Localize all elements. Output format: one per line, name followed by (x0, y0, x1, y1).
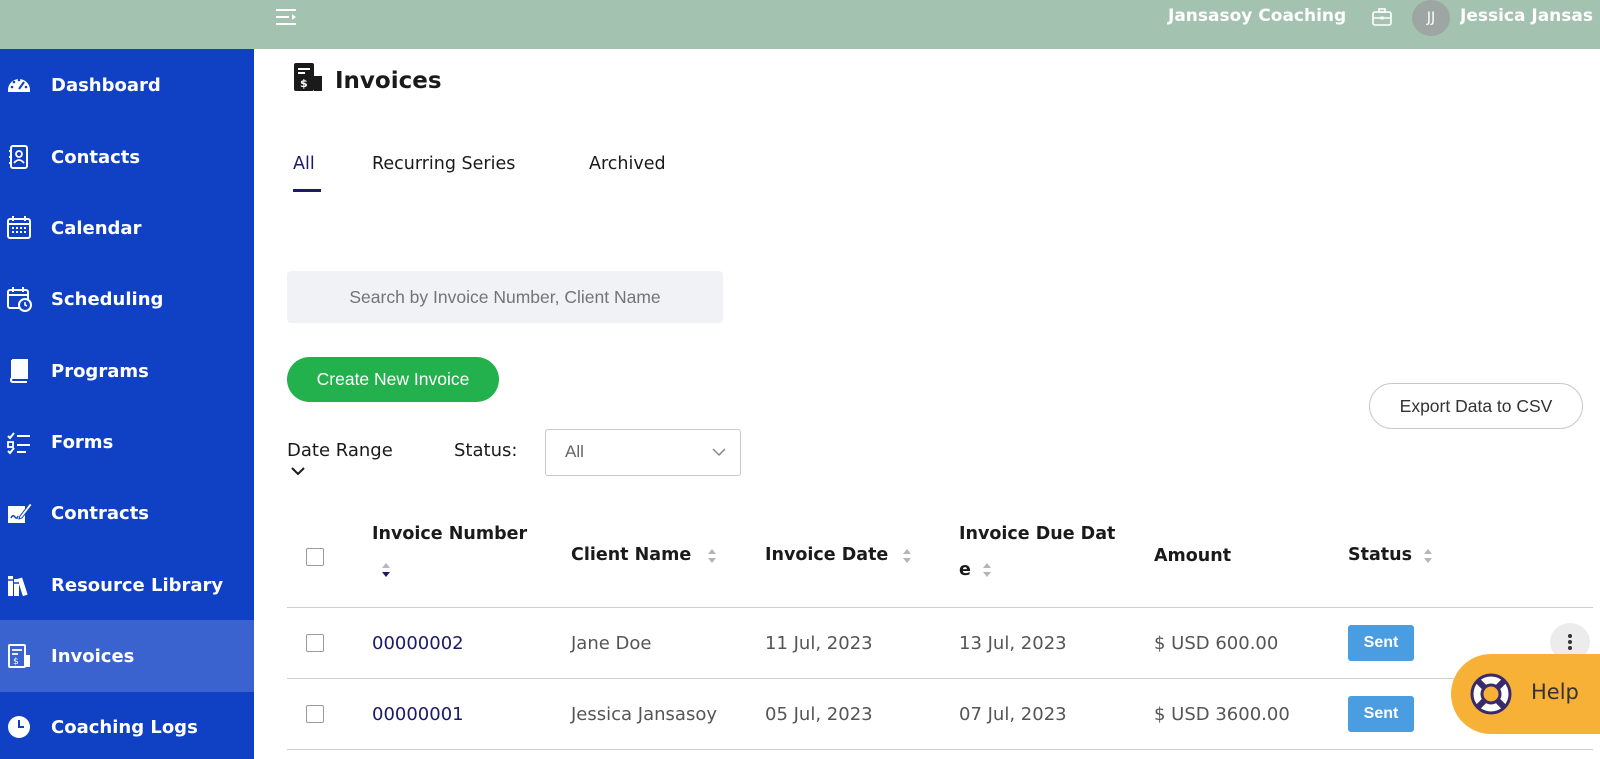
column-header-status[interactable]: Status (1348, 545, 1412, 565)
invoice-number-link[interactable]: 00000002 (372, 633, 464, 654)
column-header-due-date-wrap[interactable]: e (959, 560, 971, 580)
status-select[interactable]: All (545, 429, 741, 476)
contacts-book-icon (9, 145, 28, 169)
table-divider (287, 678, 1593, 679)
client-name-cell: Jessica Jansasoy (571, 704, 717, 725)
sidebar-item-label: Scheduling (51, 288, 164, 310)
sidebar-item-contracts[interactable]: Contracts (0, 477, 254, 549)
library-books-icon (8, 576, 28, 597)
scheduling-clock-icon (7, 287, 32, 312)
company-name[interactable]: Jansasoy Coaching (1168, 6, 1346, 26)
status-badge: Sent (1348, 625, 1414, 661)
kebab-menu-icon (1568, 634, 1572, 650)
sidebar-item-forms[interactable]: Forms (0, 406, 254, 478)
sort-desc-icon[interactable] (380, 561, 392, 579)
book-icon (9, 359, 28, 383)
column-header-due-date[interactable]: Invoice Due Dat (959, 524, 1115, 544)
tab-recurring-series[interactable]: Recurring Series (372, 154, 515, 174)
client-name-cell: Jane Doe (571, 633, 652, 654)
help-label: Help (1531, 680, 1579, 704)
due-date-cell: 07 Jul, 2023 (959, 704, 1067, 725)
column-header-invoice-date[interactable]: Invoice Date (765, 545, 888, 565)
invoice-number-link[interactable]: 00000001 (372, 704, 464, 725)
sort-icon[interactable] (981, 561, 993, 579)
tab-all[interactable]: All (293, 154, 315, 174)
amount-cell: $ USD 3600.00 (1154, 704, 1290, 725)
chevron-down-icon (712, 448, 726, 457)
sidebar: Dashboard Contacts Calendar Scheduling P… (0, 49, 254, 759)
amount-cell: $ USD 600.00 (1154, 633, 1279, 654)
invoice-date-cell: 05 Jul, 2023 (765, 704, 873, 725)
invoice-date-cell: 11 Jul, 2023 (765, 633, 873, 654)
clock-icon (8, 716, 30, 738)
sidebar-item-label: Contracts (51, 502, 150, 524)
page-title: Invoices (335, 68, 442, 94)
sidebar-item-programs[interactable]: Programs (0, 335, 254, 407)
table-divider (287, 749, 1593, 750)
signature-icon (8, 502, 32, 523)
invoice-page-icon: $ (294, 63, 322, 91)
svg-text:$: $ (13, 657, 19, 667)
sidebar-item-label: Invoices (51, 645, 135, 667)
sidebar-item-label: Resource Library (51, 574, 224, 596)
sidebar-item-calendar[interactable]: Calendar (0, 192, 254, 264)
sidebar-item-scheduling[interactable]: Scheduling (0, 263, 254, 335)
sidebar-item-contacts[interactable]: Contacts (0, 121, 254, 193)
help-button[interactable]: Help (1451, 654, 1600, 734)
column-header-invoice-number[interactable]: Invoice Number (372, 524, 527, 544)
svg-text:$: $ (300, 77, 308, 90)
status-badge: Sent (1348, 696, 1414, 732)
user-avatar[interactable]: JJ (1412, 0, 1450, 36)
sort-icon[interactable] (901, 547, 913, 565)
sidebar-item-label: Coaching Logs (51, 716, 198, 738)
dashboard-gauge-icon (8, 78, 30, 92)
table-divider (287, 607, 1593, 608)
checklist-icon (7, 432, 30, 455)
sidebar-item-label: Programs (51, 360, 149, 382)
sidebar-item-label: Dashboard (51, 74, 161, 96)
column-header-amount: Amount (1154, 546, 1232, 566)
select-all-checkbox[interactable] (306, 548, 324, 566)
row-checkbox[interactable] (306, 634, 324, 652)
sidebar-item-coaching-logs[interactable]: Coaching Logs (0, 691, 254, 759)
row-checkbox[interactable] (306, 705, 324, 723)
due-date-cell: 13 Jul, 2023 (959, 633, 1067, 654)
tab-archived[interactable]: Archived (589, 154, 666, 174)
sidebar-item-label: Forms (51, 431, 114, 453)
briefcase-icon[interactable] (1372, 8, 1392, 26)
sidebar-item-dashboard[interactable]: Dashboard (0, 49, 254, 121)
sidebar-item-label: Calendar (51, 217, 142, 239)
sort-icon[interactable] (706, 547, 718, 565)
user-name[interactable]: Jessica Jansas (1460, 6, 1600, 26)
lifebuoy-icon (1470, 673, 1512, 715)
column-header-client-name[interactable]: Client Name (571, 545, 691, 565)
search-input[interactable] (287, 271, 723, 323)
invoice-icon: $ (8, 644, 30, 668)
date-range-filter[interactable]: Date Range (287, 440, 393, 461)
sidebar-item-resource-library[interactable]: Resource Library (0, 549, 254, 621)
status-select-value: All (565, 442, 584, 461)
active-tab-indicator (293, 189, 321, 192)
top-bar: Jansasoy Coaching JJ Jessica Jansas (0, 0, 1600, 49)
create-invoice-button[interactable]: Create New Invoice (287, 357, 499, 402)
sidebar-item-invoices[interactable]: $ Invoices (0, 620, 254, 692)
export-csv-button[interactable]: Export Data to CSV (1369, 383, 1583, 429)
menu-toggle-icon[interactable] (276, 7, 298, 27)
chevron-down-icon[interactable] (290, 465, 306, 477)
sort-icon[interactable] (1422, 547, 1434, 565)
calendar-icon (7, 216, 31, 239)
status-filter-label: Status: (454, 440, 518, 461)
sidebar-item-label: Contacts (51, 146, 141, 168)
